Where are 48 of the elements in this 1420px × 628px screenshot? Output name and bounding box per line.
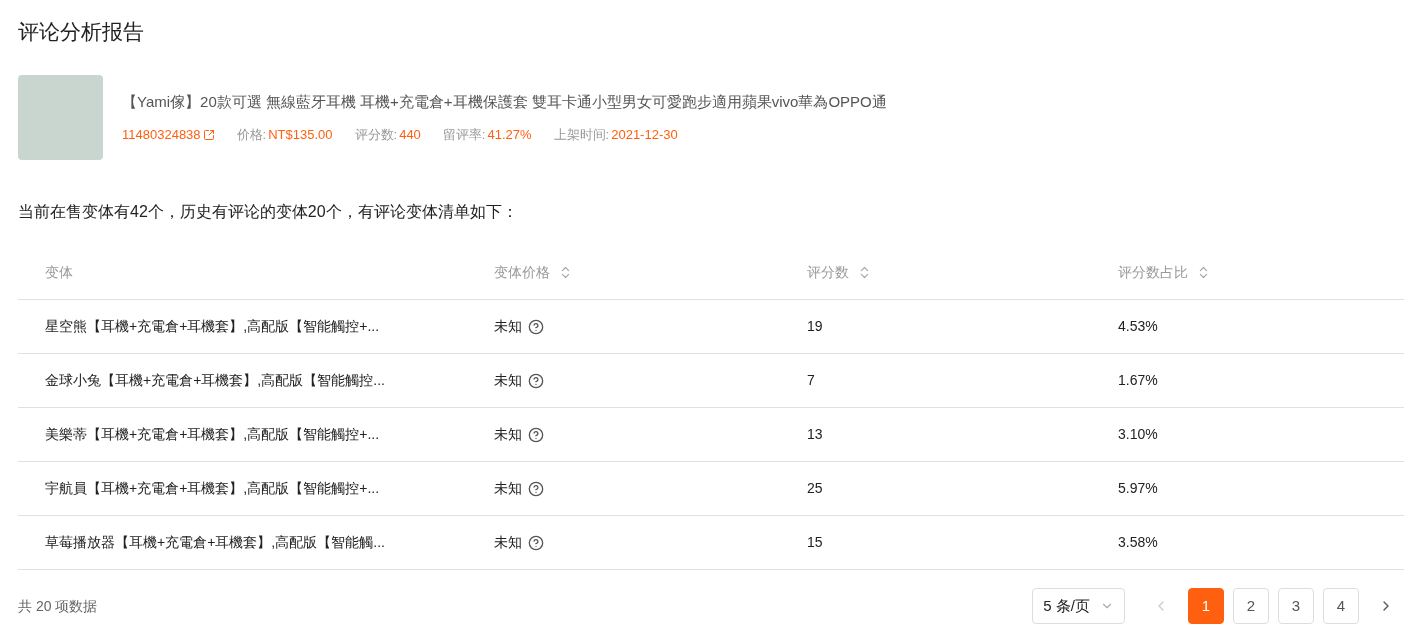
table-cell-text: 3.10% [1118,425,1159,444]
meta-value: 440 [399,126,421,144]
table-cell-text: 草莓播放器【耳機+充電倉+耳機套】,高配版【智能觸... [44,533,386,552]
page-button[interactable]: 4 [1323,588,1359,624]
table-cell-text: 未知 [494,533,522,552]
page-title: 评论分析报告 [18,19,145,45]
external-link-icon [202,128,215,141]
meta-value: 2021-12-30 [611,126,678,144]
page-size-select[interactable]: 5 条/页 [1032,588,1125,624]
page-button[interactable]: 3 [1278,588,1314,624]
table-cell-text: 3.58% [1118,533,1159,552]
column-header[interactable]: 评分数占比 [1118,262,1211,283]
meta-value: NT$135.00 [268,126,333,144]
table-cell-text: 未知 [494,371,522,390]
table-cell-text: 15 [807,533,824,552]
table-cell-text: 金球小兔【耳機+充電倉+耳機套】,高配版【智能觸控... [44,371,386,390]
meta-label: 留评率: [442,126,486,144]
page-button[interactable]: 2 [1233,588,1269,624]
summary-text: 当前在售变体有42个，历史有评论的变体20个，有评论变体清单如下： [18,202,519,222]
meta-value: 41.27% [487,126,532,144]
page-button[interactable]: 1 [1188,588,1224,624]
table-cell-text: 7 [807,371,816,390]
table-cell-text: 4.53% [1118,317,1159,336]
help-icon[interactable] [528,318,544,335]
product-id-link[interactable]: 11480324838 [122,125,215,145]
column-header[interactable]: 变体价格 [494,262,573,283]
meta-label: 评分数: [354,126,398,144]
product-title: 【Yami傢】20款可選 無線藍牙耳機 耳機+充電倉+耳機保護套 雙耳卡通小型男女可愛跑步適用蘋果vivo華為OPPO通 [122,91,887,112]
table-cell-text: 宇航員【耳機+充電倉+耳機套】,高配版【智能觸控+... [44,479,381,498]
total-count: 共 20 项数据 [18,596,98,616]
table-cell-text: 未知 [494,479,522,498]
column-header: 变体 [45,263,73,282]
table-cell-text: 13 [807,425,824,444]
table-cell-text: 5.97% [1118,479,1159,498]
meta-label: 价格: [236,126,267,144]
help-icon[interactable] [528,372,544,389]
help-icon[interactable] [528,480,544,497]
column-header[interactable]: 评分数 [807,262,872,283]
table-cell-text: 美樂蒂【耳機+充電倉+耳機套】,高配版【智能觸控+... [44,425,381,444]
table-cell-text: 未知 [494,317,522,336]
table-cell-text: 19 [807,317,824,336]
meta-label: 上架时间: [553,126,610,144]
table-cell-text: 1.67% [1118,371,1159,390]
table-cell-text: 25 [807,479,824,498]
help-icon[interactable] [528,426,544,443]
table-cell-text: 星空熊【耳機+充電倉+耳機套】,高配版【智能觸控+... [44,317,381,336]
help-icon[interactable] [528,534,544,551]
table-cell-text: 未知 [494,425,522,444]
